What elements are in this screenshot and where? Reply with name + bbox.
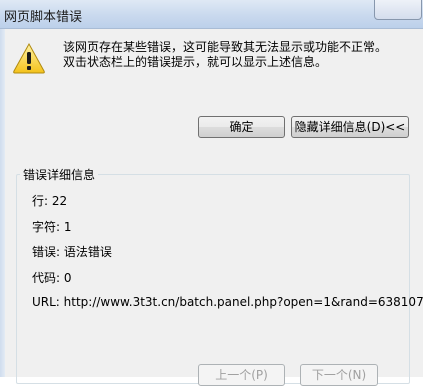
error-message: 该网页存在某些错误，这可能导致其无法显示或功能不正常。 双击状态栏上的错误提示，… [63,40,418,70]
window-title: 网页脚本错误 [4,10,83,25]
detail-error: 错误: 语法错误 [32,245,112,259]
message-line-2: 双击状态栏上的错误提示，就可以显示上述信息。 [63,55,328,69]
close-button[interactable] [374,0,422,20]
message-line-1: 该网页存在某些错误，这可能导致其无法显示或功能不正常。 [63,40,388,54]
detail-char: 字符: 1 [32,220,72,234]
detail-code: 代码: 0 [32,271,72,285]
ok-button[interactable]: 确定 [198,116,285,138]
error-details-title: 错误详细信息 [20,166,99,183]
hide-details-button[interactable]: 隐藏详细信息(D)<< [291,116,409,138]
title-bar: 网页脚本错误 [0,0,423,29]
detail-line: 行: 22 [32,194,68,208]
next-button[interactable]: 下一个(N) [300,364,378,386]
error-details-group [16,174,410,384]
warning-icon [13,42,45,74]
detail-url: URL: http://www.3t3t.cn/batch.panel.php?… [32,295,423,309]
previous-button[interactable]: 上一个(P) [198,364,285,386]
